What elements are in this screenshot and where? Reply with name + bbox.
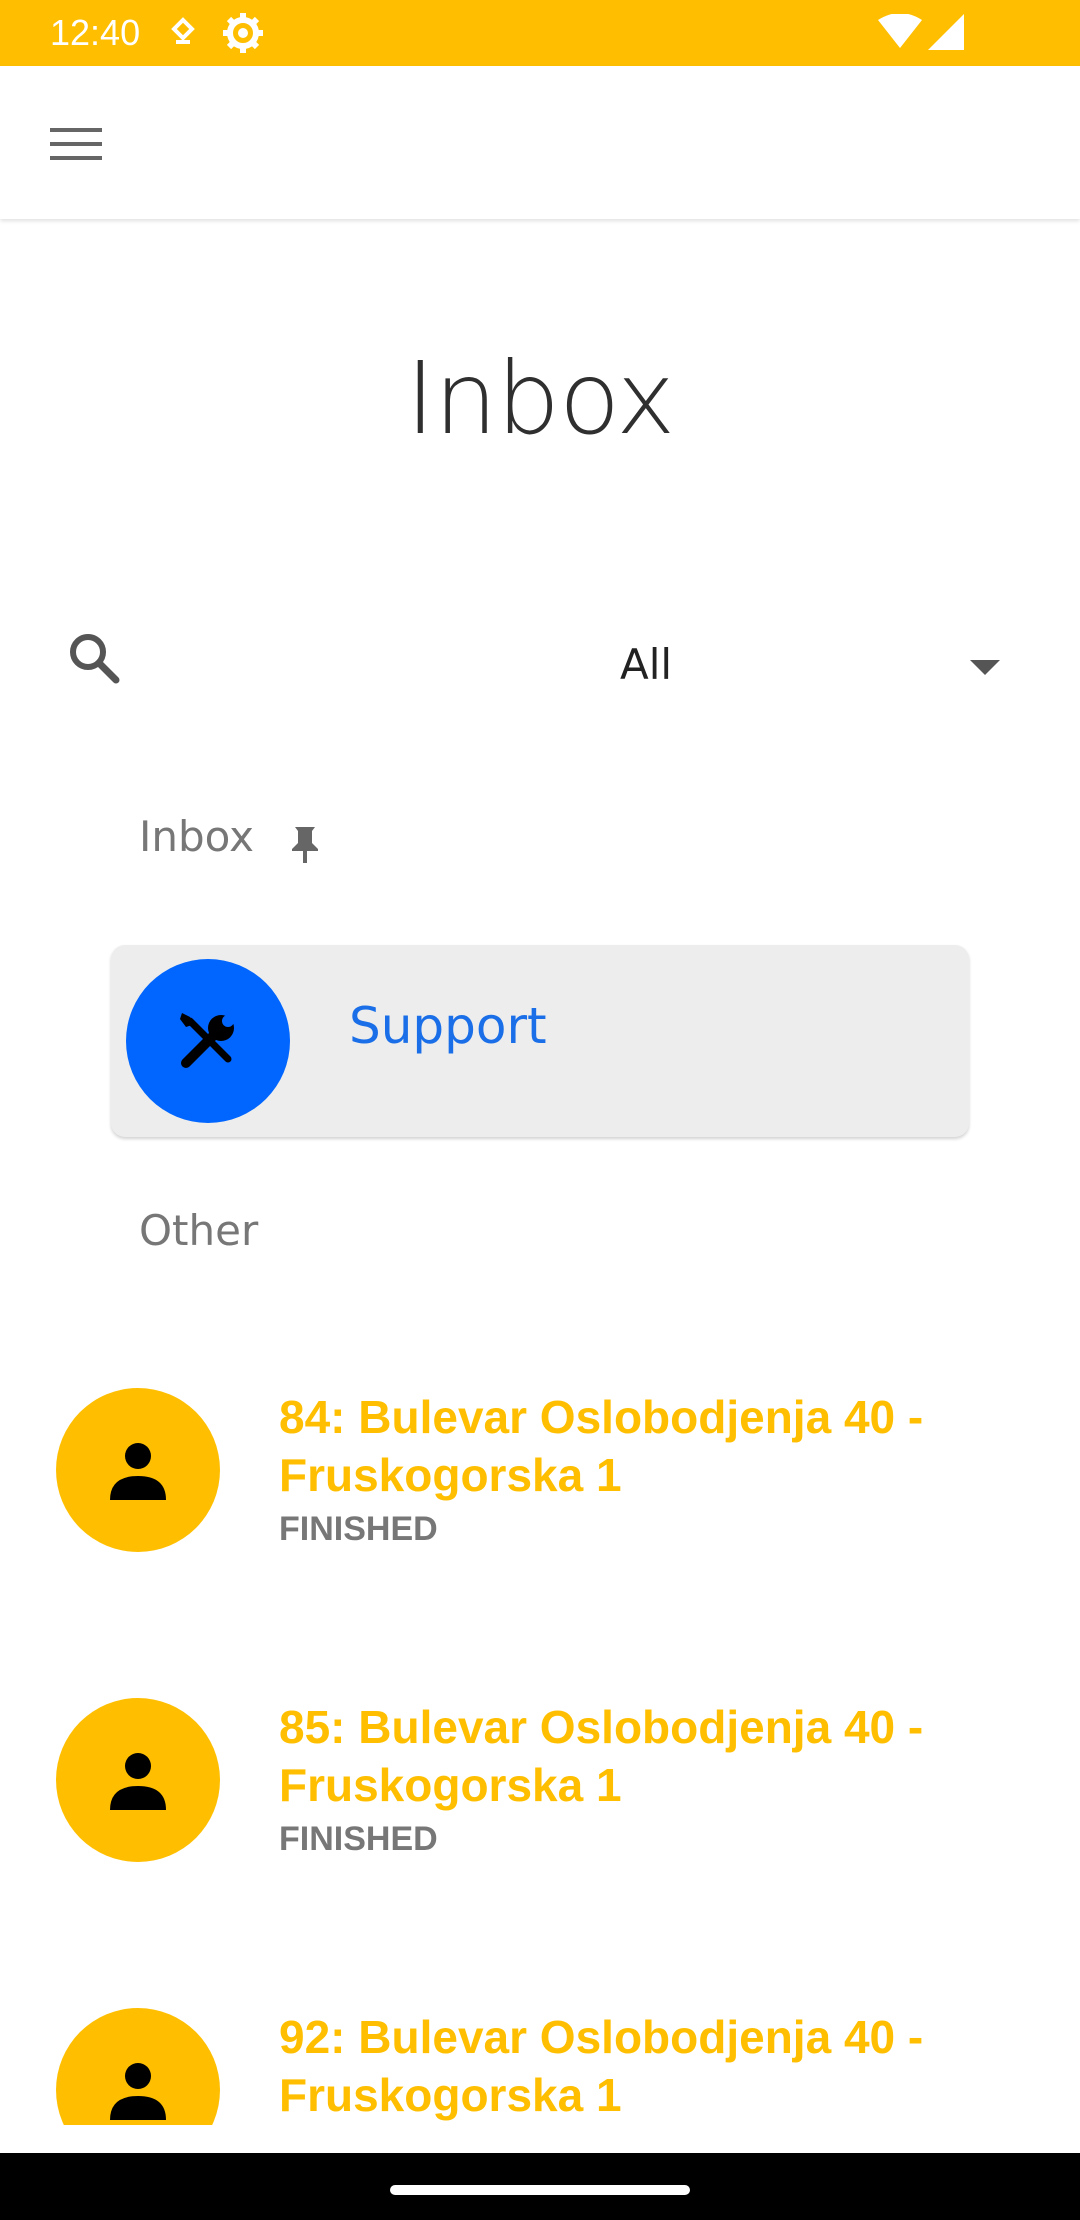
page-title: Inbox (405, 340, 676, 457)
section-label-pinned: Inbox (139, 812, 254, 861)
avatar (56, 2008, 220, 2125)
avatar (56, 1698, 220, 1862)
conversation-status: FINISHED (279, 1510, 438, 1548)
signal-icon (928, 14, 964, 55)
status-bar: 12:40 (0, 0, 1080, 66)
avatar (56, 1388, 220, 1552)
conversation-title: 85: Bulevar Oslobodjenja 40 - Fruskogors… (279, 1701, 924, 1811)
notification-icon (168, 16, 198, 55)
filter-selected-value: All (620, 640, 673, 689)
conversation-item[interactable]: 84: Bulevar Oslobodjenja 40 - Fruskogors… (0, 1370, 1080, 1570)
person-icon (106, 2058, 170, 2125)
conversation-item[interactable]: 85: Bulevar Oslobodjenja 40 - Fruskogors… (0, 1680, 1080, 1880)
person-icon (106, 1438, 170, 1507)
person-icon (106, 1748, 170, 1817)
tools-icon (176, 1009, 240, 1078)
support-name: Support (349, 997, 547, 1055)
conversation-status: FINISHED (279, 1820, 438, 1858)
pin-icon (288, 825, 322, 865)
settings-gear-icon (222, 12, 264, 59)
search-icon[interactable] (66, 630, 122, 686)
conversation-title: 84: Bulevar Oslobodjenja 40 - Fruskogors… (279, 1391, 924, 1501)
navigation-bar (0, 2153, 1080, 2220)
hamburger-menu-icon[interactable] (50, 124, 102, 164)
support-avatar (126, 959, 290, 1123)
wifi-icon (878, 13, 922, 55)
conversation-item[interactable]: 92: Bulevar Oslobodjenja 40 - Fruskogors… (0, 1990, 1080, 2125)
section-label-other: Other (139, 1206, 259, 1255)
screen-content: 12:40 Inbox All Inbox Support Other 84: … (0, 0, 1080, 2125)
filter-dropdown[interactable]: All (600, 630, 1020, 700)
home-indicator[interactable] (390, 2185, 690, 2195)
status-time: 12:40 (50, 12, 141, 53)
app-bar (0, 66, 1080, 219)
dropdown-arrow-icon (970, 660, 1000, 681)
pinned-conversation-support[interactable]: Support (111, 945, 969, 1137)
conversation-title: 92: Bulevar Oslobodjenja 40 - Fruskogors… (279, 2011, 924, 2121)
